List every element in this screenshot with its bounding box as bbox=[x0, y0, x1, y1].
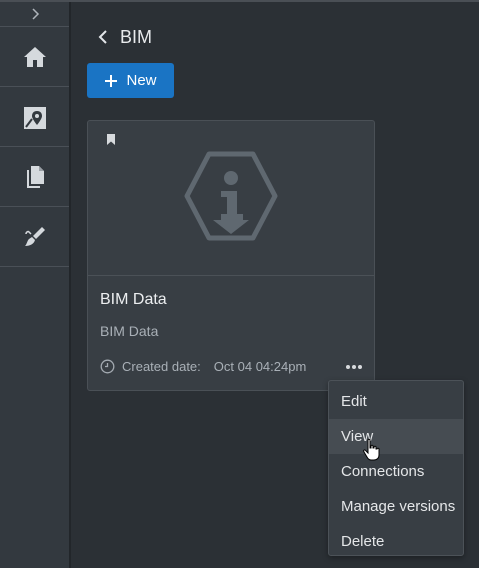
chevron-right-icon bbox=[31, 8, 39, 20]
created-date-label: Created date: bbox=[122, 359, 201, 374]
sidebar-item-documents[interactable] bbox=[0, 147, 69, 207]
card-subtitle: BIM Data bbox=[100, 323, 159, 339]
menu-item-manage-versions[interactable]: Manage versions bbox=[329, 489, 463, 524]
bookmark-icon[interactable] bbox=[106, 133, 116, 146]
card-header bbox=[88, 121, 374, 276]
card-title: BIM Data bbox=[100, 291, 167, 308]
new-button[interactable]: New bbox=[87, 63, 174, 98]
sidebar-item-brush[interactable] bbox=[0, 207, 69, 267]
more-options-button[interactable] bbox=[346, 365, 362, 369]
new-button-label: New bbox=[126, 72, 157, 89]
menu-item-connections[interactable]: Connections bbox=[329, 454, 463, 489]
documents-icon bbox=[26, 165, 44, 188]
sidebar-item-home[interactable] bbox=[0, 27, 69, 87]
bim-data-card[interactable]: BIM Data BIM Data Created date: Oct 04 0… bbox=[87, 120, 375, 391]
breadcrumb: BIM bbox=[98, 26, 152, 48]
menu-item-delete[interactable]: Delete bbox=[329, 524, 463, 559]
more-dot bbox=[346, 365, 350, 369]
more-dot bbox=[358, 365, 362, 369]
clock-icon bbox=[100, 359, 115, 374]
page-title: BIM bbox=[120, 26, 153, 47]
created-date-value: Oct 04 04:24pm bbox=[213, 359, 307, 374]
back-chevron-icon[interactable] bbox=[98, 29, 108, 45]
more-dot bbox=[352, 365, 356, 369]
context-menu: Edit View Connections Manage versions De… bbox=[328, 380, 464, 556]
sidebar bbox=[0, 2, 71, 568]
hand-cursor-icon bbox=[363, 438, 380, 461]
plus-icon bbox=[105, 74, 118, 87]
main-content: BIM New BIM Data BIM Data Created date: … bbox=[73, 2, 479, 568]
sidebar-item-map[interactable] bbox=[0, 87, 69, 147]
menu-item-edit[interactable]: Edit bbox=[329, 384, 463, 419]
brush-icon bbox=[24, 226, 45, 246]
info-hexagon-icon bbox=[184, 151, 278, 241]
map-pin-icon bbox=[23, 106, 46, 129]
sidebar-expand-button[interactable] bbox=[0, 2, 69, 27]
created-date: Created date: Oct 04 04:24pm bbox=[100, 359, 306, 374]
menu-item-view[interactable]: View bbox=[329, 419, 463, 454]
home-icon bbox=[23, 46, 46, 67]
